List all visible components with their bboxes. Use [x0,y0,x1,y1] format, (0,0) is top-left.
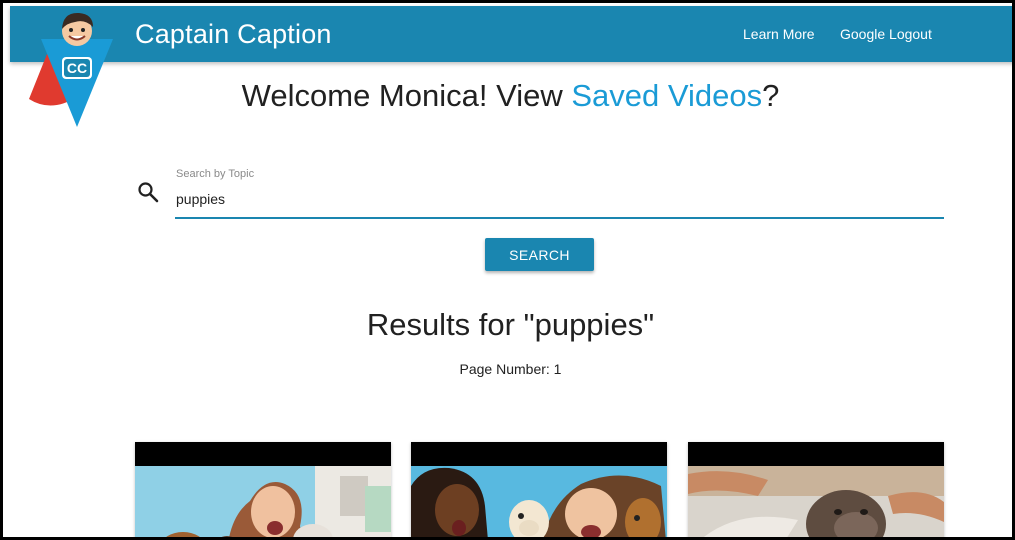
welcome-text: Welcome Monica! View [241,78,572,113]
welcome-suffix: ? [762,78,780,113]
video-card-bar [688,442,944,466]
app-bar: Captain Caption Learn More Google Logout [10,6,1012,62]
video-card[interactable] [411,442,667,540]
search-label: Search by Topic [176,168,255,180]
video-thumbnail-1[interactable] [135,466,391,540]
results-title: Results for "puppies" [366,307,655,342]
video-card[interactable] [688,442,944,540]
video-thumbnail-3[interactable] [688,466,944,540]
search-input[interactable] [175,187,946,211]
search-underline [175,217,944,219]
welcome-heading: Welcome Monica! View Saved Videos? [3,78,1012,114]
page-frame: Captain Caption Learn More Google Logout… [0,0,1015,540]
video-thumbnail-2[interactable] [411,466,667,540]
page-number: Page Number: 1 [459,361,562,377]
app-title[interactable]: Captain Caption [135,19,332,50]
video-card-bar [411,442,667,466]
search-button[interactable]: SEARCH [485,238,594,271]
search-icon [138,182,159,203]
learn-more-link[interactable]: Learn More [743,26,815,42]
video-card-bar [135,442,391,466]
logo-badge-text: CC [67,60,87,76]
video-card[interactable] [135,442,391,540]
search-field: Search by Topic [175,165,946,220]
saved-videos-link[interactable]: Saved Videos [571,78,762,113]
google-logout-link[interactable]: Google Logout [840,26,932,42]
